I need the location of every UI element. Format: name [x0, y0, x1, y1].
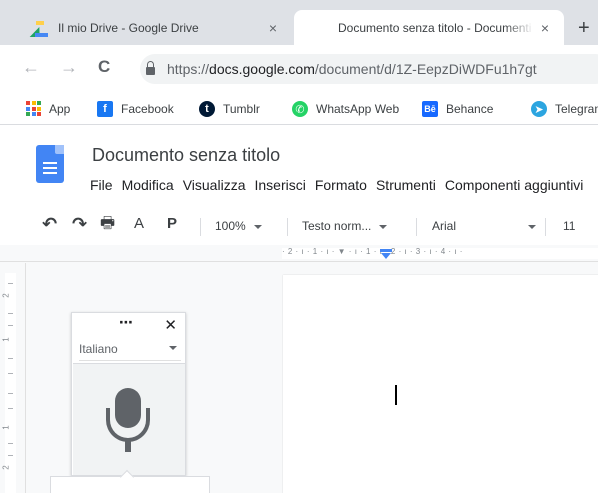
vertical-ruler: 2 1 1 2	[0, 263, 26, 493]
address-row: ← → C https://docs.google.com/document/d…	[0, 45, 598, 93]
chevron-down-icon	[253, 224, 262, 229]
close-icon[interactable]: ×	[534, 20, 556, 36]
lock-icon[interactable]	[146, 61, 155, 75]
toolbar-divider	[416, 218, 417, 236]
behance-icon: Bē	[422, 101, 438, 117]
whatsapp-icon: ✆	[292, 101, 308, 117]
close-icon[interactable]: ×	[262, 20, 284, 36]
document-page[interactable]	[283, 275, 598, 493]
facebook-icon: f	[97, 101, 113, 117]
spellcheck-icon[interactable]: A	[134, 215, 144, 233]
reload-icon[interactable]: C	[98, 57, 110, 77]
menu-modifica[interactable]: Modifica	[122, 177, 174, 193]
menu-formato[interactable]: Formato	[315, 177, 367, 193]
voice-typing-header: ⋯ ✕	[72, 313, 185, 337]
bookmark-tumblr[interactable]: t Tumblr	[199, 101, 260, 117]
toolbar-divider	[545, 218, 546, 236]
vertical-ruler-label: 2	[1, 465, 11, 470]
address-bar[interactable]: https://docs.google.com/document/d/1Z-Ee…	[140, 54, 598, 84]
chevron-down-icon	[169, 346, 177, 350]
text-cursor	[395, 385, 397, 405]
tab-google-drive[interactable]: Il mio Drive - Google Drive ×	[14, 10, 292, 45]
horizontal-ruler[interactable]: · 2 · ı · 1 · ı · ▼ · ı · 1 · ı · 2 · ı …	[0, 245, 598, 262]
browser-tab-strip: Il mio Drive - Google Drive × Documento …	[0, 0, 598, 45]
document-title[interactable]: Documento senza titolo	[92, 145, 280, 166]
back-icon[interactable]: ←	[22, 57, 40, 77]
bookmark-label: WhatsApp Web	[316, 102, 400, 116]
telegram-icon: ➤	[531, 101, 547, 117]
tumblr-icon: t	[199, 101, 215, 117]
bookmark-facebook[interactable]: f Facebook	[97, 101, 174, 117]
menu-inserisci[interactable]: Inserisci	[254, 177, 305, 193]
forward-icon[interactable]: →	[60, 57, 78, 77]
menu-strumenti[interactable]: Strumenti	[376, 177, 436, 193]
redo-icon[interactable]: ↷	[72, 215, 87, 233]
print-icon[interactable]: 🖶	[100, 215, 115, 233]
vertical-ruler-label: 1	[1, 337, 11, 342]
bookmarks-bar: App f Facebook t Tumblr ✆ WhatsApp Web B…	[0, 93, 598, 125]
vertical-ruler-label: 2	[1, 293, 11, 298]
tab-google-docs[interactable]: Documento senza titolo - Documenti Googl…	[294, 10, 564, 45]
google-docs-icon	[312, 20, 328, 36]
docs-toolbar: ↶ ↷ 🖶 A P 100% Testo norm... Arial 11	[0, 207, 598, 245]
bookmark-app[interactable]: App	[26, 101, 70, 116]
google-docs-logo-icon[interactable]	[36, 145, 64, 183]
paragraph-style-select[interactable]: Testo norm...	[302, 217, 388, 235]
bookmark-label: Facebook	[121, 102, 174, 116]
menu-file[interactable]: File	[90, 177, 113, 193]
font-select[interactable]: Arial	[432, 217, 536, 235]
apps-grid-icon	[26, 101, 41, 116]
indent-marker[interactable]	[380, 249, 392, 252]
bookmark-label: Telegram	[555, 102, 598, 116]
menu-componenti[interactable]: Componenti aggiuntivi	[445, 177, 584, 193]
language-value: Italiano	[79, 341, 118, 356]
url-host: docs.google.com	[209, 61, 315, 77]
close-icon[interactable]: ✕	[164, 316, 177, 334]
font-size-input[interactable]: 11	[563, 217, 575, 235]
new-tab-button[interactable]: +	[578, 18, 590, 38]
google-drive-icon	[29, 20, 48, 37]
docs-menu-bar: File Modifica Visualizza Inserisci Forma…	[90, 177, 592, 193]
zoom-select[interactable]: 100%	[215, 217, 262, 235]
url-scheme: https://	[167, 61, 210, 77]
first-line-indent-marker[interactable]	[381, 253, 391, 259]
voice-typing-panel: ⋯ ✕ Italiano	[71, 312, 186, 476]
zoom-value: 100%	[215, 219, 246, 233]
paint-format-icon[interactable]: P	[167, 215, 177, 233]
language-select[interactable]: Italiano	[79, 337, 181, 361]
bookmark-behance[interactable]: Bē Behance	[422, 101, 493, 117]
chevron-down-icon	[379, 224, 388, 229]
font-value: Arial	[432, 219, 457, 233]
bookmark-whatsapp[interactable]: ✆ WhatsApp Web	[292, 101, 399, 117]
chevron-down-icon	[528, 224, 536, 229]
bookmark-label: Behance	[446, 102, 494, 116]
more-options-icon[interactable]: ⋯	[119, 314, 134, 331]
bookmark-telegram[interactable]: ➤ Telegram	[531, 101, 598, 117]
vertical-ruler-label: 1	[1, 425, 11, 430]
tab-title: Documento senza titolo - Documenti Googl…	[338, 20, 534, 35]
bookmark-label: App	[49, 101, 71, 116]
toolbar-divider	[200, 218, 201, 236]
style-value: Testo norm...	[302, 219, 372, 233]
tab-title: Il mio Drive - Google Drive	[58, 20, 199, 35]
menu-visualizza[interactable]: Visualizza	[183, 177, 246, 193]
undo-icon[interactable]: ↶	[42, 215, 57, 233]
bookmark-label: Tumblr	[223, 102, 260, 116]
url-path: /document/d/1Z-EepzDiWDFu1h7gt	[314, 61, 537, 77]
ruler-scale: · 2 · ı · 1 · ı · ▼ · ı · 1 · ı · 2 · ı …	[282, 247, 463, 256]
toolbar-divider	[287, 218, 288, 236]
microphone-button[interactable]	[73, 363, 185, 475]
